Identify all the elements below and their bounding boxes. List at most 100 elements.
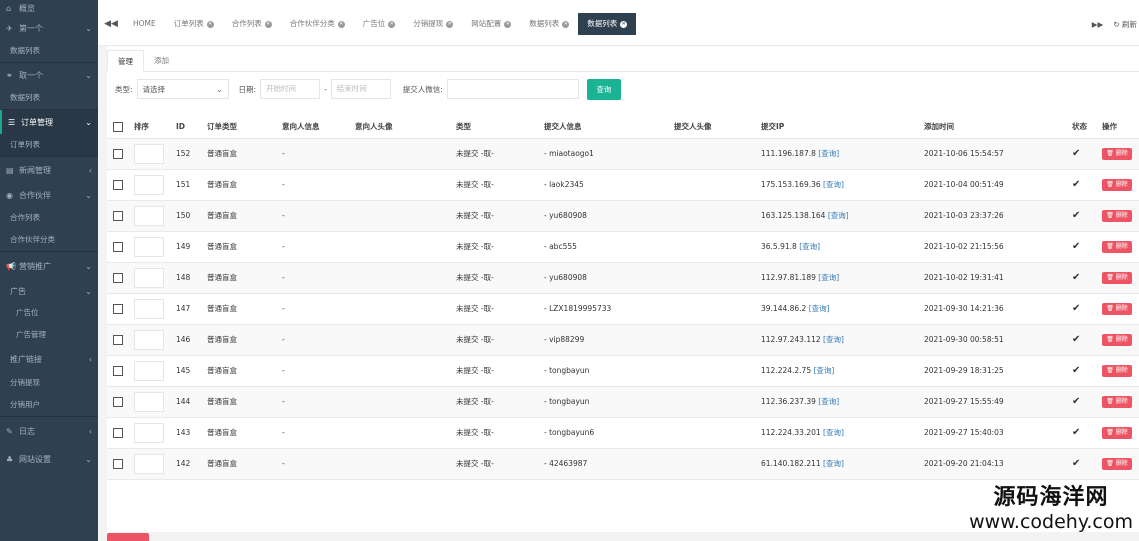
- sidebar-overview[interactable]: ⌂ 概览: [0, 0, 98, 16]
- tab-scroll-left-icon[interactable]: ◀◀: [98, 19, 124, 29]
- close-icon[interactable]: ✕: [446, 20, 454, 28]
- delete-button[interactable]: 🗑 删除: [1102, 302, 1132, 315]
- tab-manage[interactable]: 管理: [107, 50, 144, 72]
- refresh-button[interactable]: ↻ 刷新: [1113, 19, 1137, 30]
- close-icon[interactable]: ✕: [562, 20, 570, 28]
- header-add-time[interactable]: 添加时间: [924, 116, 1072, 139]
- sort-input[interactable]: [134, 360, 164, 381]
- delete-button[interactable]: 🗑 删除: [1102, 395, 1132, 408]
- row-checkbox[interactable]: [113, 458, 123, 469]
- tab-add[interactable]: 添加: [144, 50, 179, 72]
- tab-home[interactable]: HOME: [124, 13, 165, 35]
- close-icon[interactable]: ✕: [504, 20, 512, 28]
- sidebar-group-partners[interactable]: ◉ 合作伙伴 ⌄: [0, 183, 98, 207]
- sidebar-item-partner-list[interactable]: 合作列表: [0, 207, 98, 229]
- sidebar-group-settings[interactable]: ♣ 网站设置 ⌄: [0, 445, 98, 473]
- header-sort[interactable]: 排序: [134, 116, 176, 139]
- sort-input[interactable]: [134, 453, 164, 474]
- tab-partner-category[interactable]: 合作伙伴分类 ✕: [281, 13, 354, 35]
- sidebar-item-order-list[interactable]: 订单列表: [0, 134, 98, 156]
- sort-input[interactable]: [134, 329, 164, 350]
- close-icon[interactable]: ✕: [264, 20, 272, 28]
- header-intent-avatar[interactable]: 意向人头像: [355, 116, 456, 139]
- header-submitter-info[interactable]: 提交人信息: [544, 116, 674, 139]
- ip-query-link[interactable]: [查询]: [823, 428, 844, 437]
- tab-scroll-right-icon[interactable]: ▶▶: [1092, 20, 1104, 29]
- tab-order-list[interactable]: 订单列表 ✕: [165, 13, 223, 35]
- delete-button[interactable]: 🗑 删除: [1102, 147, 1132, 160]
- start-date-input[interactable]: 开始时间: [260, 79, 321, 99]
- row-checkbox[interactable]: [113, 148, 123, 159]
- check-icon[interactable]: ✔: [1072, 427, 1080, 438]
- sidebar-group-ads[interactable]: 广告 ⌄: [0, 280, 98, 302]
- ip-query-link[interactable]: [查询]: [814, 366, 835, 375]
- row-checkbox[interactable]: [113, 179, 123, 190]
- delete-button[interactable]: 🗑 删除: [1102, 333, 1132, 346]
- sidebar-item-data-list[interactable]: 数据列表: [0, 40, 98, 62]
- ip-query-link[interactable]: [查询]: [823, 459, 844, 468]
- delete-button[interactable]: 🗑 删除: [1102, 178, 1132, 191]
- delete-button[interactable]: 🗑 删除: [1102, 426, 1132, 439]
- tab-site-config[interactable]: 网站配置 ✕: [462, 13, 520, 35]
- sidebar-item-partner-category[interactable]: 合作伙伴分类: [0, 229, 98, 251]
- header-submitter-avatar[interactable]: 提交人头像: [674, 116, 761, 139]
- ip-query-link[interactable]: [查询]: [809, 304, 830, 313]
- sidebar-group-news[interactable]: ▤ 新闻管理 ‹: [0, 157, 98, 183]
- close-icon[interactable]: ✕: [206, 20, 214, 28]
- close-icon[interactable]: ✕: [337, 20, 345, 28]
- wechat-input[interactable]: [446, 79, 579, 99]
- sidebar-item-data-list[interactable]: 数据列表: [0, 87, 98, 109]
- check-icon[interactable]: ✔: [1072, 396, 1080, 407]
- sort-input[interactable]: [134, 174, 164, 195]
- sidebar-group-marketing[interactable]: 📢 营销推广 ⌄: [0, 252, 98, 280]
- sidebar-group-first[interactable]: ✈ 第一个 ⌄: [0, 16, 98, 40]
- close-icon[interactable]: ✕: [620, 20, 628, 28]
- sidebar-item-ad-manage[interactable]: 广告管理: [0, 324, 98, 346]
- check-icon[interactable]: ✔: [1072, 179, 1080, 190]
- check-icon[interactable]: ✔: [1072, 241, 1080, 252]
- ip-query-link[interactable]: [查询]: [818, 397, 839, 406]
- sidebar-group-second[interactable]: ⚭ 取一个 ⌄: [0, 63, 98, 87]
- delete-button[interactable]: 🗑 删除: [1102, 240, 1132, 253]
- check-icon[interactable]: ✔: [1072, 148, 1080, 159]
- ip-query-link[interactable]: [查询]: [818, 273, 839, 282]
- check-icon[interactable]: ✔: [1072, 210, 1080, 221]
- end-date-input[interactable]: 结束时间: [330, 79, 391, 99]
- header-status[interactable]: 状态: [1072, 116, 1102, 139]
- sidebar-item-distributors[interactable]: 分销用户: [0, 394, 98, 416]
- ip-query-link[interactable]: [查询]: [828, 211, 849, 220]
- ip-query-link[interactable]: [查询]: [823, 180, 844, 189]
- row-checkbox[interactable]: [113, 272, 123, 283]
- delete-button[interactable]: 🗑 删除: [1102, 457, 1132, 470]
- sort-input[interactable]: [134, 391, 164, 412]
- header-order-type[interactable]: 订单类型: [207, 116, 282, 139]
- delete-button[interactable]: 🗑 删除: [1102, 271, 1132, 284]
- header-type[interactable]: 类型: [456, 116, 544, 139]
- query-button[interactable]: 查询: [586, 78, 621, 100]
- row-checkbox[interactable]: [113, 210, 123, 221]
- check-icon[interactable]: ✔: [1072, 458, 1080, 469]
- check-icon[interactable]: ✔: [1072, 334, 1080, 345]
- delete-button[interactable]: 🗑 删除: [1102, 364, 1132, 377]
- tab-withdraw[interactable]: 分销提现 ✕: [404, 13, 462, 35]
- header-intent-info[interactable]: 意向人信息: [282, 116, 355, 139]
- close-icon[interactable]: ✕: [388, 20, 396, 28]
- row-checkbox[interactable]: [113, 334, 123, 345]
- sidebar-group-logs[interactable]: ✎ 日志 ‹: [0, 417, 98, 445]
- sort-input[interactable]: [134, 267, 164, 288]
- delete-button[interactable]: 🗑 删除: [1102, 209, 1132, 222]
- sidebar-group-orders[interactable]: ☰ 订单管理 ⌄: [0, 110, 98, 134]
- sort-input[interactable]: [134, 422, 164, 443]
- tab-data-list-active[interactable]: 数据列表 ✕: [578, 13, 637, 35]
- sidebar-item-withdraw[interactable]: 分销提现: [0, 372, 98, 394]
- ip-query-link[interactable]: [查询]: [799, 242, 820, 251]
- sort-input[interactable]: [134, 236, 164, 257]
- header-id[interactable]: ID: [176, 116, 207, 139]
- check-icon[interactable]: ✔: [1072, 303, 1080, 314]
- sort-input[interactable]: [134, 143, 164, 164]
- sidebar-group-promo-links[interactable]: 推广链接 ‹: [0, 346, 98, 372]
- ip-query-link[interactable]: [查询]: [818, 149, 839, 158]
- row-checkbox[interactable]: [113, 241, 123, 252]
- tab-data-list[interactable]: 数据列表 ✕: [520, 13, 578, 35]
- tab-partner-list[interactable]: 合作列表 ✕: [223, 13, 281, 35]
